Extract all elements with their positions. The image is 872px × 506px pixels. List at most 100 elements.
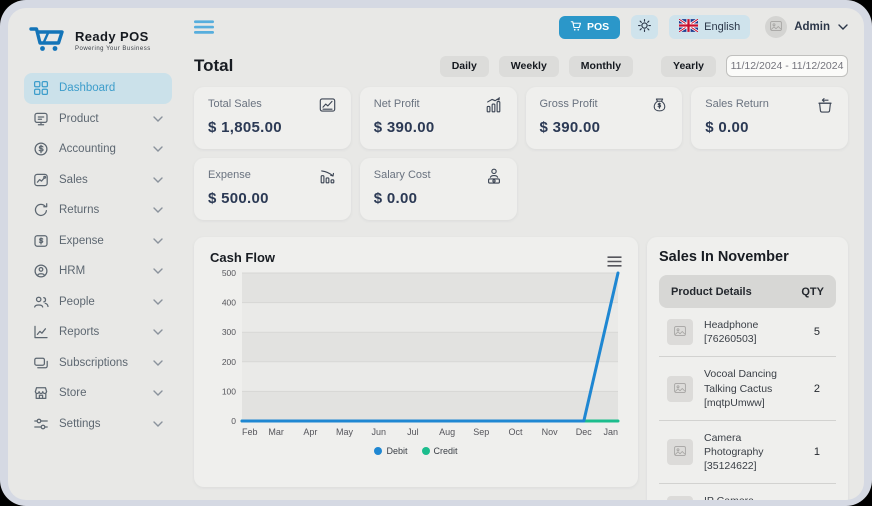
svg-text:400: 400 [222,298,236,308]
returns-icon [33,202,49,218]
column-qty: QTY [801,286,824,298]
pos-button[interactable]: POS [559,16,620,39]
image-placeholder-icon [674,380,686,398]
sliders-icon [33,416,49,432]
sidebar-item-label: Subscriptions [59,357,128,369]
language-selector[interactable]: English [669,15,750,39]
period-filters: Daily Weekly Monthly Yearly [440,55,848,77]
return-box-icon [816,96,834,114]
sidebar-item-expense[interactable]: Expense [24,226,172,257]
svg-text:200: 200 [222,357,236,367]
svg-text:Aug: Aug [439,427,455,437]
sidebar-item-label: Product [59,113,99,125]
people-icon [33,294,49,310]
content-column: POS English Admin [186,8,864,500]
menu-toggle-icon[interactable] [194,20,214,34]
sidebar-item-subscriptions[interactable]: Subscriptions [24,348,172,379]
chart-box-icon [318,96,337,114]
storefront-icon [33,385,49,401]
product-thumbnail [667,496,693,500]
language-label: English [704,21,740,33]
sidebar-item-returns[interactable]: Returns [24,195,172,226]
sidebar-item-label: Dashboard [59,82,115,94]
chevron-down-icon [153,146,163,152]
user-name: Admin [794,21,830,33]
sidebar-item-store[interactable]: Store [24,378,172,409]
brand-cart-logo-icon [28,22,68,59]
legend-label: Credit [434,446,458,456]
sidebar-item-label: Reports [59,326,99,338]
legend-label: Debit [386,446,407,456]
window-frame: Ready POS Powering Your Business Dashboa… [0,0,872,506]
svg-text:100: 100 [222,386,236,396]
bars-up-icon [484,96,503,114]
chevron-down-icon [153,238,163,244]
legend-dot-icon [374,447,382,455]
brand-name: Ready POS [75,29,151,44]
page-title: Total [194,56,233,76]
grid-icon [33,80,49,96]
table-row[interactable]: Headphone [76260503] 5 [659,308,836,357]
svg-text:Dec: Dec [576,427,593,437]
stat-card-sales-return: Sales Return $ 0.00 [691,87,848,149]
table-row[interactable]: Vocoal Dancing Talking Cactus [mqtpUmww]… [659,357,836,421]
sidebar-item-reports[interactable]: Reports [24,317,172,348]
money-bag-icon [651,96,668,114]
product-thumbnail [667,319,693,345]
sidebar-item-label: Sales [59,174,88,186]
svg-text:Jul: Jul [407,427,419,437]
svg-text:Sep: Sep [473,427,489,437]
image-placeholder-icon [674,323,686,341]
sidebar-item-accounting[interactable]: Accounting [24,134,172,165]
date-range-input[interactable] [726,55,848,77]
sidebar-item-dashboard[interactable]: Dashboard [24,73,172,104]
svg-text:0: 0 [231,416,236,426]
stat-value: $ 500.00 [208,190,337,207]
sidebar-item-label: Store [59,387,87,399]
table-row[interactable]: Camera Photography [35124622] 1 [659,421,836,485]
sidebar-item-settings[interactable]: Settings [24,409,172,440]
theme-toggle-button[interactable] [631,15,658,39]
stat-card-gross-profit: Gross Profit $ 390.00 [526,87,683,149]
chevron-down-icon [153,329,163,335]
sidebar-item-people[interactable]: People [24,287,172,318]
sun-icon [637,18,652,36]
stat-value: $ 390.00 [374,119,503,136]
stat-label: Salary Cost [374,169,431,181]
user-circle-icon [33,263,49,279]
filter-weekly-button[interactable]: Weekly [499,56,559,77]
bottom-section: Cash Flow 0100200300400500FebMarAprMayJu… [194,237,848,500]
filter-daily-button[interactable]: Daily [440,56,489,77]
table-row[interactable]: IP Camera [33252675] 1 [659,484,836,500]
coin-icon [33,141,49,157]
legend-debit[interactable]: Debit [374,446,407,456]
image-placeholder-icon [770,18,782,36]
sidebar-item-hrm[interactable]: HRM [24,256,172,287]
legend-credit[interactable]: Credit [422,446,458,456]
product-thumbnail [667,439,693,465]
sidebar-item-label: HRM [59,265,85,277]
chart-menu-icon[interactable] [607,256,622,267]
filter-yearly-button[interactable]: Yearly [661,56,716,77]
sidebar-item-sales[interactable]: Sales [24,165,172,196]
sidebar-item-label: Returns [59,204,99,216]
bars-down-icon [318,167,337,185]
stat-label: Gross Profit [540,98,598,110]
column-product-details: Product Details [671,286,752,298]
stat-label: Expense [208,169,251,181]
filter-monthly-button[interactable]: Monthly [569,56,633,77]
sidebar-item-product[interactable]: Product [24,104,172,135]
product-name: Vocoal Dancing Talking Cactus [mqtpUmww] [704,367,803,410]
svg-text:Mar: Mar [268,427,284,437]
svg-text:500: 500 [222,268,236,278]
chevron-down-icon [153,421,163,427]
cash-flow-card: Cash Flow 0100200300400500FebMarAprMayJu… [194,237,638,487]
chevron-down-icon [153,116,163,122]
main-content: Total Daily Weekly Monthly Yearly Total … [186,46,864,500]
stat-label: Sales Return [705,98,769,110]
svg-text:Nov: Nov [542,427,559,437]
pos-button-label: POS [587,21,609,33]
chevron-down-icon [153,268,163,274]
user-menu[interactable]: Admin [765,16,848,38]
stat-cards: Total Sales $ 1,805.00 Net Profit $ 390.… [194,87,848,220]
